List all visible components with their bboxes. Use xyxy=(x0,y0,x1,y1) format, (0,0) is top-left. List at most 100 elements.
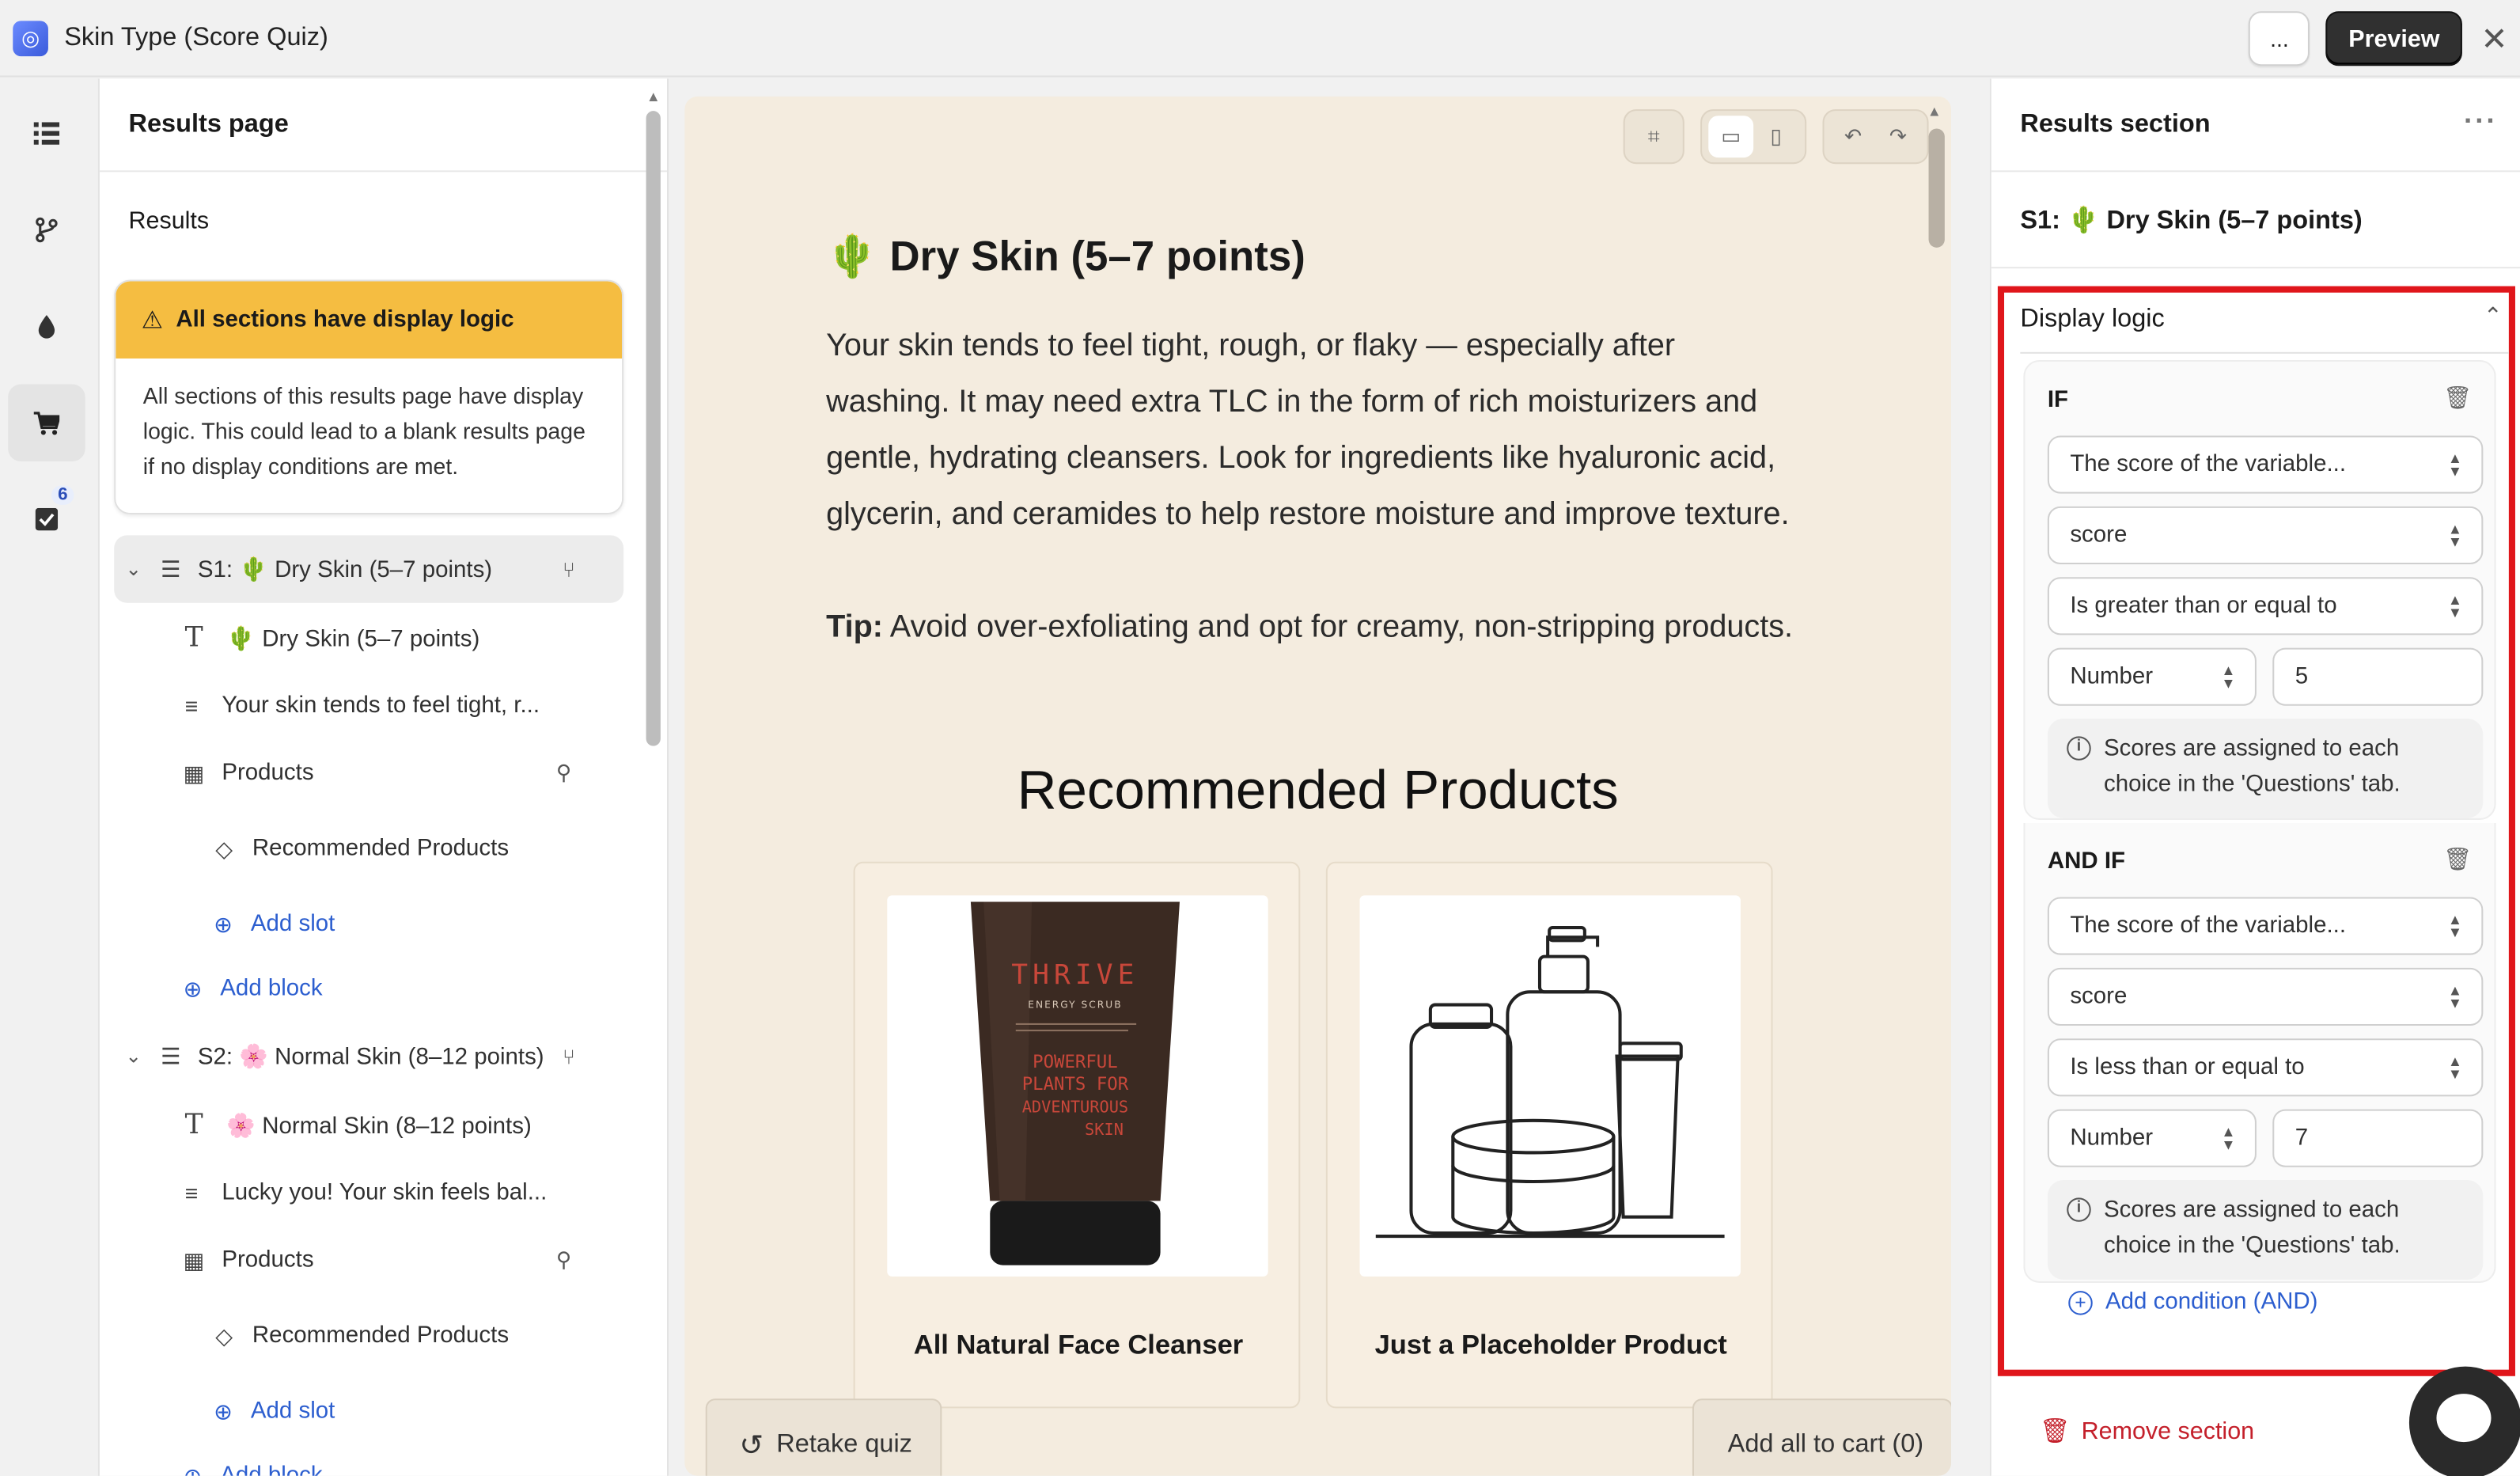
rail-questions-list-icon[interactable] xyxy=(8,95,85,173)
condition-variable-select[interactable]: score ▲ ▼ xyxy=(2047,506,2484,564)
rail-results-cart-icon[interactable] xyxy=(8,384,85,461)
plus-circle-icon: ⊕ xyxy=(183,1462,203,1476)
product-card[interactable]: Just a Placeholder Product xyxy=(1325,861,1775,1409)
updown-chevron-icon: ▲ ▼ xyxy=(2221,662,2236,692)
add-block-label: Add block xyxy=(220,975,323,1002)
mobile-view-icon[interactable]: ▯ xyxy=(1753,116,1798,157)
page-title: Skin Type (Score Quiz) xyxy=(64,23,328,51)
tree-section-s1[interactable]: ⌄ ☰ S1: 🌵 Dry Skin (5–7 points) ⑂ xyxy=(114,535,624,603)
branch-logic-icon[interactable]: ⑂ xyxy=(563,1044,575,1068)
product-name[interactable]: All Natural Face Cleanser xyxy=(855,1330,1302,1362)
display-logic-title[interactable]: Display logic xyxy=(2020,305,2164,335)
outline-panel: Results page Results ⚠ All sections have… xyxy=(99,78,669,1476)
tree-block-heading[interactable]: T 🌵 Dry Skin (5–7 points) xyxy=(114,605,623,672)
tube-subtitle-text: ENERGY SCRUB xyxy=(1028,1000,1122,1011)
close-icon[interactable]: ✕ xyxy=(2475,18,2514,59)
tree-slot-recommended[interactable]: ◇ Recommended Products xyxy=(114,815,623,882)
pin-icon[interactable]: ⚲ xyxy=(556,1247,571,1273)
chevron-down-icon[interactable]: ⌄ xyxy=(125,558,141,580)
tree-label: Recommended Products xyxy=(252,836,510,862)
products-box-icon: ▦ xyxy=(183,759,205,786)
results-preview: ⌗ ▭ ▯ ↶ ↷ ▲ 🌵 Dry Skin (5–7 points) Your… xyxy=(684,96,1951,1476)
tree-block-paragraph[interactable]: ≡ Lucky you! Your skin feels bal... xyxy=(114,1159,623,1227)
updown-chevron-icon: ▲ ▼ xyxy=(2447,591,2462,621)
rail-branching-icon[interactable] xyxy=(8,192,85,269)
updown-chevron-icon: ▲ ▼ xyxy=(2221,1123,2236,1153)
condition-type-select[interactable]: Number ▲ ▼ xyxy=(2047,647,2257,706)
chevron-down-icon[interactable]: ⌄ xyxy=(125,1045,141,1067)
more-options-button[interactable]: ... xyxy=(2249,11,2310,66)
result-description[interactable]: Your skin tends to feel tight, rough, or… xyxy=(826,318,1806,543)
tree-label: 🌵 Dry Skin (5–7 points) xyxy=(226,626,480,652)
info-text: Scores are assigned to each choice in th… xyxy=(2103,736,2401,798)
tree-section-s2[interactable]: ⌄ ☰ S2: 🌸 Normal Skin (8–12 points) ⑂ xyxy=(114,1023,623,1090)
add-slot-label: Add slot xyxy=(250,911,335,938)
condition-type-select[interactable]: Number ▲ ▼ xyxy=(2047,1109,2257,1167)
retake-arrow-icon: ↺ xyxy=(739,1428,764,1461)
more-horizontal-icon[interactable]: ··· xyxy=(2464,104,2498,138)
trash-icon[interactable]: 🗑 xyxy=(2443,384,2472,412)
product-name[interactable]: Just a Placeholder Product xyxy=(1328,1330,1775,1362)
top-bar: ◎ Skin Type (Score Quiz) ... Preview ✕ xyxy=(0,0,2520,78)
text-block-icon: T xyxy=(184,1109,203,1142)
condition-source-select[interactable]: The score of the variable... ▲ ▼ xyxy=(2047,435,2484,494)
condition-source-select[interactable]: The score of the variable... ▲ ▼ xyxy=(2047,897,2484,955)
paragraph-icon: ≡ xyxy=(184,692,199,719)
chat-support-button[interactable] xyxy=(2408,1366,2520,1476)
outline-scrollbar[interactable] xyxy=(646,111,661,746)
pin-icon[interactable]: ⚲ xyxy=(556,761,571,787)
result-title[interactable]: 🌵 Dry Skin (5–7 points) xyxy=(826,232,1305,282)
text-block-icon: T xyxy=(184,622,203,655)
retake-quiz-label: Retake quiz xyxy=(776,1430,912,1459)
product-image: THRIVE ENERGY SCRUB POWERFUL PLANTS FOR … xyxy=(887,895,1268,1277)
add-block-button[interactable]: ⊕ Add block xyxy=(114,1442,623,1476)
add-slot-button[interactable]: ⊕ Add slot xyxy=(114,1378,623,1445)
scroll-up-arrow-icon[interactable]: ▲ xyxy=(1927,103,1942,119)
add-all-to-cart-button[interactable]: Add all to cart (0) xyxy=(1692,1398,1951,1476)
condition-variable-select[interactable]: score ▲ ▼ xyxy=(2047,967,2484,1026)
branch-logic-icon[interactable]: ⑂ xyxy=(563,557,575,581)
chevron-up-icon[interactable]: ⌃ xyxy=(2484,302,2503,330)
remove-section-button[interactable]: 🗑 Remove section xyxy=(2040,1417,2254,1446)
add-condition-button[interactable]: + Add condition (AND) xyxy=(2068,1289,2317,1315)
section-icon: ☰ xyxy=(161,1042,181,1068)
app-logo-icon: ◎ xyxy=(13,20,48,56)
tree-block-paragraph[interactable]: ≡ Your skin tends to feel tight, r... xyxy=(114,672,623,739)
preview-button[interactable]: Preview xyxy=(2325,11,2462,66)
display-logic-warning: ⚠ All sections have display logic All se… xyxy=(114,279,624,515)
condition-operator-select[interactable]: Is less than or equal to ▲ ▼ xyxy=(2047,1038,2484,1097)
condition-label: AND IF xyxy=(2047,848,2126,875)
tree-slot-recommended[interactable]: ◇ Recommended Products xyxy=(114,1302,623,1369)
redo-icon[interactable]: ↷ xyxy=(1876,116,1921,157)
tube-claim-line-2: PLANTS FOR xyxy=(1022,1074,1129,1095)
condition-value-input[interactable]: 7 xyxy=(2272,1109,2484,1167)
info-icon: i xyxy=(2067,736,2091,761)
rail-tasks-checkbox-icon[interactable]: 6 xyxy=(8,480,85,558)
trash-icon[interactable]: 🗑 xyxy=(2443,845,2472,873)
tree-block-products[interactable]: ▦ Products ⚲ xyxy=(114,1227,623,1294)
tube-claim-line-3: ADVENTUROUS xyxy=(1022,1098,1128,1117)
product-card[interactable]: THRIVE ENERGY SCRUB POWERFUL PLANTS FOR … xyxy=(853,861,1302,1409)
desktop-view-icon[interactable]: ▭ xyxy=(1708,116,1754,158)
result-tip[interactable]: Tip: Avoid over-exfoliating and opt for … xyxy=(826,600,1806,656)
tube-claim-line-4: SKIN xyxy=(1085,1120,1124,1139)
section-icon: ☰ xyxy=(161,555,181,582)
condition-operator-select[interactable]: Is greater than or equal to ▲ ▼ xyxy=(2047,577,2484,636)
undo-icon[interactable]: ↶ xyxy=(1831,116,1876,157)
retake-quiz-button[interactable]: ↺ Retake quiz xyxy=(705,1398,942,1476)
select-value: The score of the variable... xyxy=(2070,913,2347,939)
trash-icon: 🗑 xyxy=(2039,1417,2071,1446)
inspect-icon[interactable]: ⌗ xyxy=(1631,116,1677,157)
recommended-products-title[interactable]: Recommended Products xyxy=(684,761,1951,823)
condition-value-input[interactable]: 5 xyxy=(2272,647,2484,706)
rail-design-drop-icon[interactable] xyxy=(8,288,85,366)
left-rail: 6 xyxy=(0,78,100,1476)
tree-block-heading[interactable]: T 🌸 Normal Skin (8–12 points) xyxy=(114,1091,623,1159)
scroll-up-arrow-icon[interactable]: ▲ xyxy=(646,89,661,104)
add-block-button[interactable]: ⊕ Add block xyxy=(114,955,623,1023)
tree-block-products[interactable]: ▦ Products ⚲ xyxy=(114,739,623,806)
add-slot-button[interactable]: ⊕ Add slot xyxy=(114,890,623,958)
plus-circle-icon: ⊕ xyxy=(214,1398,233,1424)
select-value: score xyxy=(2070,522,2128,548)
canvas-scrollbar[interactable] xyxy=(1928,128,1945,248)
